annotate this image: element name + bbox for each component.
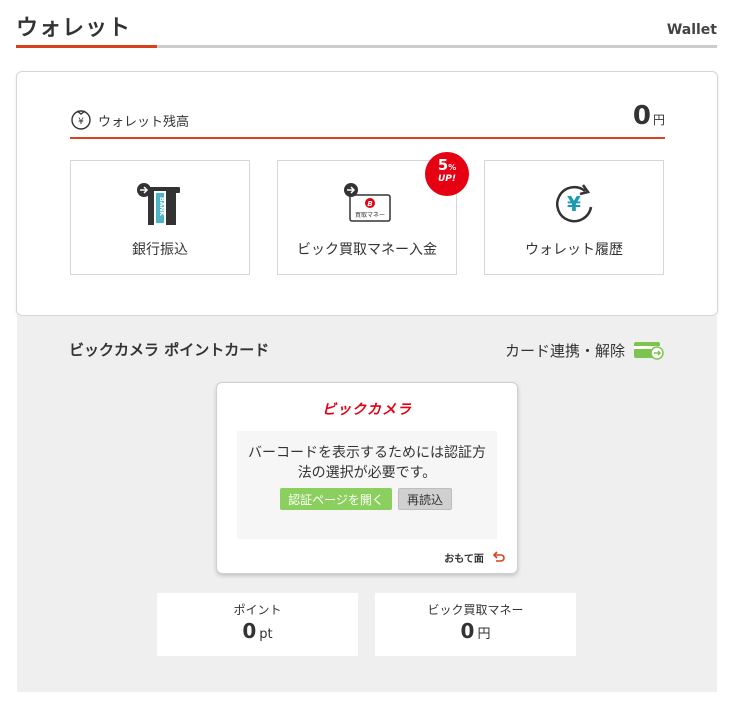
coin-purse-icon: ¥ [71,110,91,130]
bic-money-value: 0 [460,619,475,643]
badge-percent: % [448,163,457,172]
bic-icon-text: 買取マネー [355,212,385,219]
badge-number: 5 [437,156,449,174]
balance-amount: 0円 [633,101,665,131]
balance-unit: 円 [652,113,665,127]
bic-money-deposit-icon: B 買取マネー [344,183,391,222]
open-auth-page-button[interactable]: 認証ページを開く [280,488,392,510]
page-subtitle: Wallet [666,22,717,38]
biccamera-logo: ビックカメラ [322,402,412,418]
bank-transfer-icon: BANK [137,183,180,225]
point-card-panel: ビックカメラ バーコードを表示するためには認証方法の選択が必要です。 認証ページ… [216,382,518,574]
points-value: 0 [242,619,257,643]
badge-sub: UP! [437,174,456,184]
bank-transfer-button[interactable]: BANK 銀行振込 [70,160,250,275]
reload-button[interactable]: 再読込 [398,488,452,510]
point-card-section-title: ビックカメラ ポイントカード [69,341,270,359]
balance-value: 0 [632,101,651,131]
bank-transfer-label: 銀行振込 [132,242,188,258]
barcode-placeholder: バーコードを表示するためには認証方法の選択が必要です。 認証ページを開く 再読込 [237,431,497,539]
point-card-section: ビックカメラ ポイントカード カード連携・解除 ビックカメラ バーコードを表示す… [17,316,717,692]
wallet-history-button[interactable]: ¥ ウォレット履歴 [484,160,664,275]
wallet-history-icon: ¥ [556,184,593,223]
svg-text:¥: ¥ [78,117,84,127]
flip-arrow-icon [492,551,505,562]
wallet-history-label: ウォレット履歴 [525,242,623,258]
bic-money-amount: 0円 [375,619,576,643]
bank-icon-text: BANK [158,197,165,216]
card-link-unlink-button[interactable]: カード連携・解除 [495,338,665,360]
barcode-auth-message: バーコードを表示するためには認証方法の選択が必要です。 [248,445,486,481]
bic-money-label: ビック買取マネー [427,603,524,617]
bic-money-stat: ビック買取マネー 0円 [375,593,576,656]
card-flip-label: おもて面 [444,554,484,565]
svg-text:B: B [367,200,372,208]
svg-text:¥: ¥ [567,192,581,216]
points-label: ポイント [233,603,282,617]
balance-divider [70,137,665,139]
points-stat: ポイント 0 pt [157,593,358,656]
balance-row: ¥ ウォレット残高 0円 [70,98,665,138]
balance-label: ウォレット残高 [98,115,190,130]
card-link-label: カード連携・解除 [504,342,625,360]
5-percent-up-badge: 5% UP! [425,152,469,196]
points-amount: 0 pt [157,619,358,643]
bic-money-deposit-label: ビック買取マネー入金 [297,242,437,258]
card-link-icon [634,342,664,360]
page-header: ウォレット Wallet [16,0,717,50]
wallet-card: ¥ ウォレット残高 0円 BANK 銀行振込 B 買取マネー ビック買取マネー入… [16,71,718,316]
bic-money-unit: 円 [477,627,491,642]
header-divider-accent [16,45,157,48]
card-flip-button[interactable]: おもて面 [444,547,505,566]
points-unit: pt [259,627,273,642]
page-title: ウォレット [16,16,132,41]
